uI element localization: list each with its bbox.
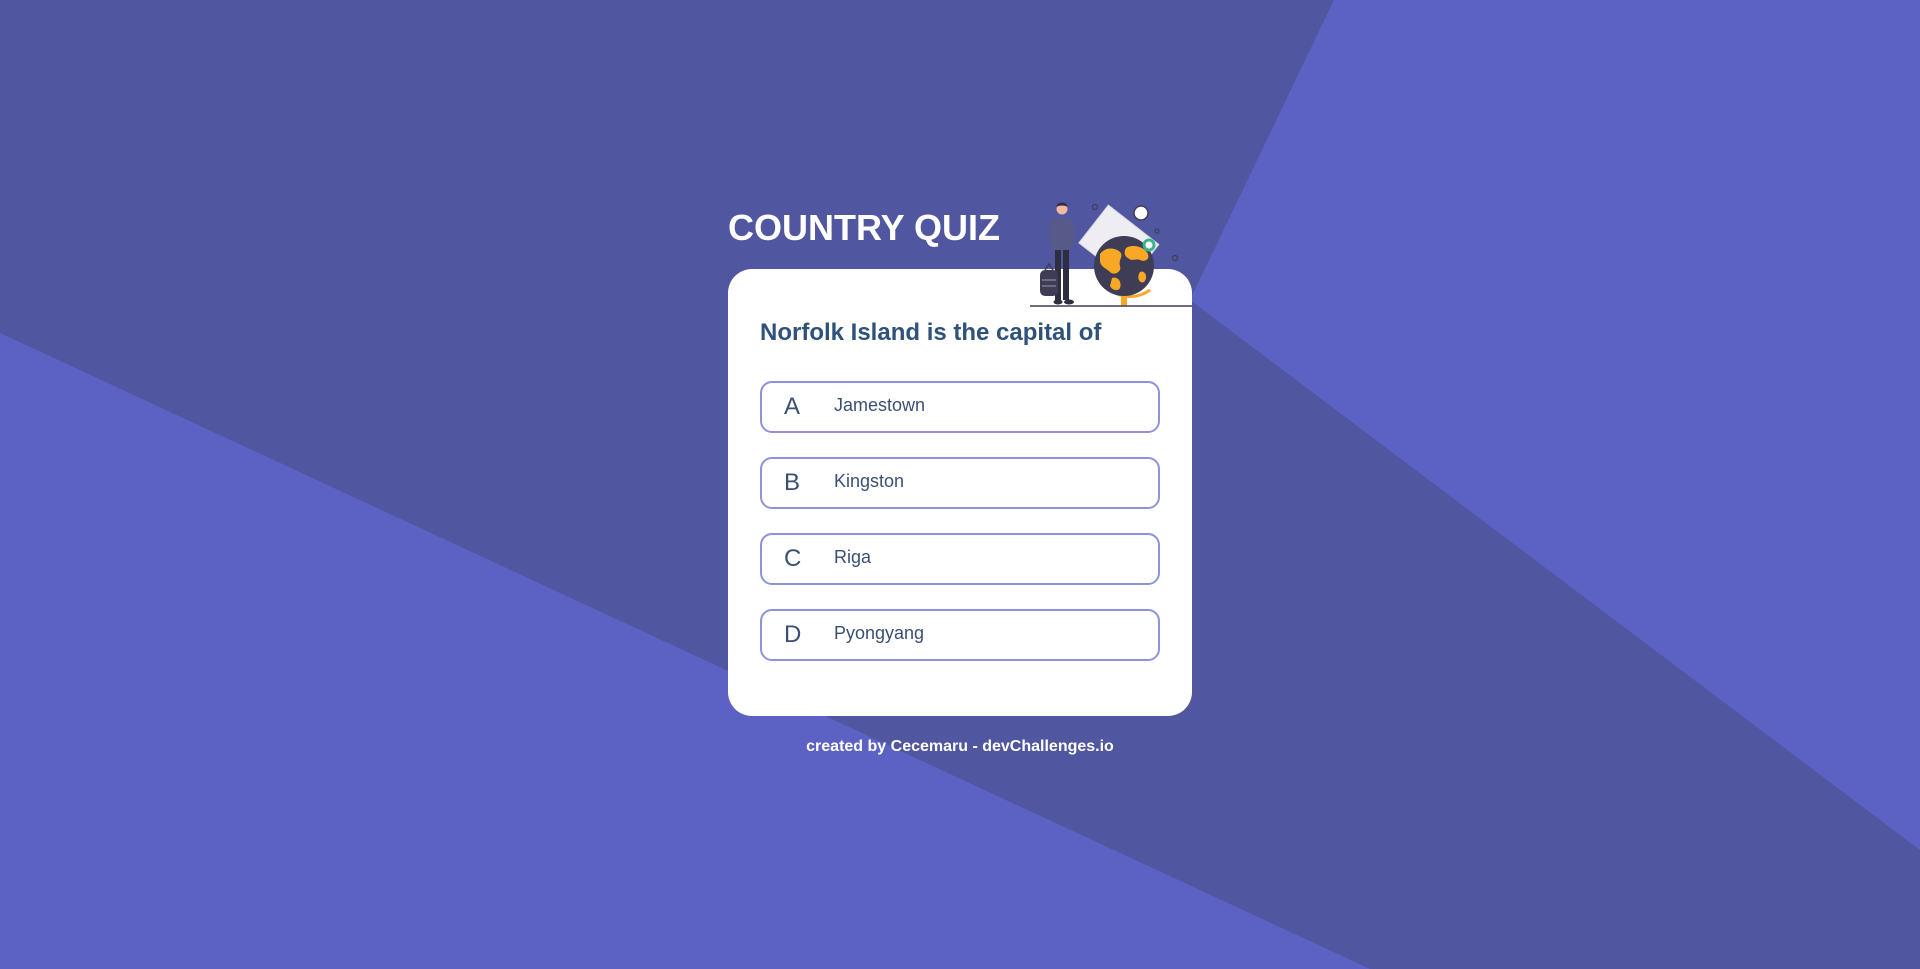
traveler-globe-icon [1030,202,1192,307]
option-text: Pyongyang [834,622,925,643]
answer-option-a[interactable]: A Jamestown [760,381,1160,433]
option-letter: A [784,393,801,420]
answer-option-c[interactable]: C Riga [760,533,1160,585]
page-title: COUNTRY QUIZ [728,207,1001,248]
option-text: Jamestown [834,394,926,415]
answer-options: A Jamestown B Kingston C Riga D Pyongyan… [760,381,1160,685]
option-letter: C [784,545,802,572]
option-text: Riga [834,546,872,567]
question-text: Norfolk Island is the capital of [760,319,1102,346]
quiz-page: COUNTRY QUIZ Norfolk Island is the capit… [0,0,1920,969]
option-text: Kingston [834,470,905,491]
answer-option-d[interactable]: D Pyongyang [760,609,1160,661]
quiz-card: Norfolk Island is the capital of A James… [728,269,1192,716]
footer-credit: created by Cecemaru - devChallenges.io [806,738,1114,755]
answer-option-b[interactable]: B Kingston [760,457,1160,509]
option-letter: B [784,469,801,496]
option-letter: D [784,621,802,648]
